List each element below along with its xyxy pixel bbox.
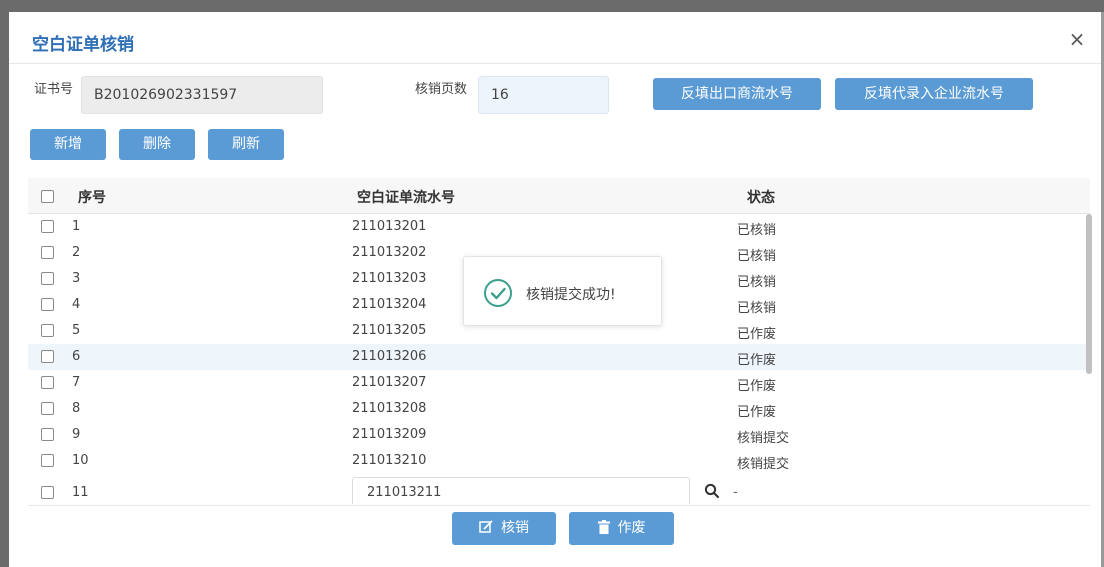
trash-icon bbox=[597, 520, 610, 534]
row-index: 3 bbox=[72, 271, 81, 286]
void-label: 作废 bbox=[617, 520, 646, 536]
row-index: 9 bbox=[72, 427, 81, 442]
row-checkbox[interactable] bbox=[41, 298, 54, 311]
row-serial: 211013206 bbox=[352, 349, 427, 364]
pages-label: 核销页数 bbox=[415, 82, 468, 97]
table-row[interactable]: 8 211013208 已作废 bbox=[28, 396, 1090, 422]
row-index: 1 bbox=[72, 219, 81, 234]
row-status: 已作废 bbox=[737, 353, 777, 368]
row-index: 4 bbox=[72, 297, 81, 312]
table-scrollbar[interactable] bbox=[1086, 214, 1092, 504]
row-checkbox[interactable] bbox=[41, 454, 54, 467]
row-index: 8 bbox=[72, 401, 81, 416]
row-status: 已作废 bbox=[737, 379, 777, 394]
column-header-index: 序号 bbox=[78, 190, 106, 206]
row-status: 已核销 bbox=[737, 249, 777, 264]
table-row[interactable]: 7 211013207 已作废 bbox=[28, 370, 1090, 396]
row-index: 6 bbox=[72, 349, 81, 364]
writeoff-button[interactable]: 核销 bbox=[452, 512, 556, 545]
row-checkbox[interactable] bbox=[41, 272, 54, 285]
row-checkbox[interactable] bbox=[41, 402, 54, 415]
serial-edit-input[interactable]: 211013211 bbox=[352, 477, 690, 504]
row-index: 5 bbox=[72, 323, 81, 338]
row-status: 核销提交 bbox=[737, 431, 790, 446]
toast-message: 核销提交成功! bbox=[526, 287, 616, 303]
row-checkbox[interactable] bbox=[41, 350, 54, 363]
row-status: - bbox=[733, 485, 738, 500]
row-serial: 211013207 bbox=[352, 375, 427, 390]
void-button[interactable]: 作废 bbox=[569, 512, 674, 545]
row-serial: 211013204 bbox=[352, 297, 427, 312]
row-status: 已作废 bbox=[737, 327, 777, 342]
check-circle-icon bbox=[484, 279, 512, 307]
cert-no-label: 证书号 bbox=[34, 82, 74, 97]
cert-no-field[interactable]: B201026902331597 bbox=[81, 76, 323, 114]
row-index: 7 bbox=[72, 375, 81, 390]
row-status: 已核销 bbox=[737, 223, 777, 238]
scrollbar-thumb[interactable] bbox=[1086, 214, 1092, 374]
table-row-hovered[interactable]: 6 211013206 已作废 bbox=[28, 344, 1090, 370]
delete-button[interactable]: 删除 bbox=[119, 129, 195, 160]
refresh-button[interactable]: 刷新 bbox=[208, 129, 284, 160]
row-index: 11 bbox=[72, 485, 89, 500]
fill-exporter-serial-button[interactable]: 反填出口商流水号 bbox=[653, 78, 821, 110]
row-index: 10 bbox=[72, 453, 89, 468]
row-serial: 211013203 bbox=[352, 271, 427, 286]
fill-agent-serial-button[interactable]: 反填代录入企业流水号 bbox=[835, 78, 1033, 110]
row-serial: 211013202 bbox=[352, 245, 427, 260]
row-serial: 211013201 bbox=[352, 219, 427, 234]
row-checkbox[interactable] bbox=[41, 324, 54, 337]
row-status: 核销提交 bbox=[737, 457, 790, 472]
row-serial: 211013205 bbox=[352, 323, 427, 338]
select-all-checkbox[interactable] bbox=[41, 190, 54, 203]
search-icon[interactable] bbox=[704, 483, 720, 499]
row-index: 2 bbox=[72, 245, 81, 260]
footer-divider bbox=[28, 505, 1090, 506]
row-checkbox[interactable] bbox=[41, 246, 54, 259]
row-status: 已核销 bbox=[737, 301, 777, 316]
row-serial: 211013209 bbox=[352, 427, 427, 442]
close-icon[interactable]: × bbox=[1067, 29, 1087, 50]
row-checkbox[interactable] bbox=[41, 428, 54, 441]
row-status: 已核销 bbox=[737, 275, 777, 290]
add-button[interactable]: 新增 bbox=[30, 129, 106, 160]
table-row[interactable]: 10 211013210 核销提交 bbox=[28, 448, 1090, 474]
row-serial: 211013210 bbox=[352, 453, 427, 468]
dialog-title: 空白证单核销 bbox=[32, 35, 134, 55]
backdrop-overlay-top bbox=[0, 0, 1104, 12]
row-checkbox[interactable] bbox=[41, 486, 54, 499]
table-row-editing[interactable]: 11 211013211 - bbox=[28, 477, 1090, 504]
row-status: 已作废 bbox=[737, 405, 777, 420]
dialog-header: 空白证单核销 × bbox=[9, 12, 1101, 64]
pages-field[interactable]: 16 bbox=[478, 76, 609, 114]
table-header: 序号 空白证单流水号 状态 bbox=[28, 178, 1090, 214]
row-serial: 211013208 bbox=[352, 401, 427, 416]
row-checkbox[interactable] bbox=[41, 220, 54, 233]
row-checkbox[interactable] bbox=[41, 376, 54, 389]
backdrop-overlay-left bbox=[0, 12, 9, 567]
table-row[interactable]: 1 211013201 已核销 bbox=[28, 214, 1090, 240]
success-toast: 核销提交成功! bbox=[463, 256, 662, 326]
writeoff-label: 核销 bbox=[501, 520, 529, 536]
edit-icon bbox=[479, 520, 493, 533]
column-header-status: 状态 bbox=[747, 190, 775, 206]
table-row[interactable]: 9 211013209 核销提交 bbox=[28, 422, 1090, 448]
column-header-serial: 空白证单流水号 bbox=[357, 190, 455, 206]
